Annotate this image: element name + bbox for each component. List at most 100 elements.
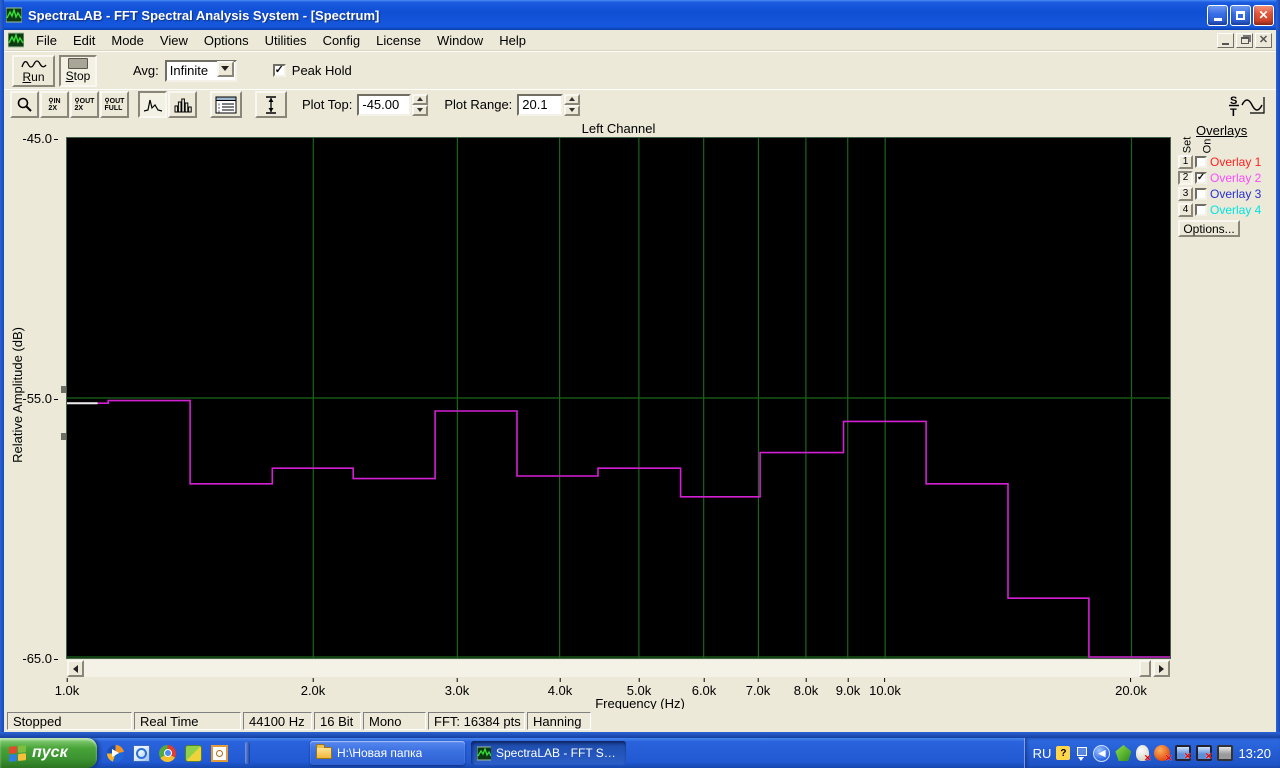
spin-up-button[interactable] [412, 93, 429, 105]
zoom-out-2x-button[interactable]: ⚲OUT 2X [70, 91, 99, 118]
menu-item-license[interactable]: License [368, 31, 429, 50]
plot-range-input[interactable]: 20.1 [517, 93, 564, 116]
spin-down-button[interactable] [412, 104, 429, 116]
plot-top-input[interactable]: -45.00 [357, 93, 412, 116]
chrome-icon[interactable] [159, 744, 176, 762]
status-cell: Mono [363, 711, 426, 730]
overlay-options-button[interactable]: Options... [1178, 220, 1240, 237]
overlay-set-button-2[interactable]: 2 [1178, 171, 1193, 185]
menu-item-mode[interactable]: Mode [103, 31, 152, 50]
maximize-button[interactable] [1230, 4, 1251, 26]
spectrum-curve-icon [143, 99, 162, 112]
network-offline-icon[interactable] [1175, 745, 1192, 762]
menu-bar: File Edit Mode View Options Utilities Config Li… [4, 30, 1276, 51]
peak-hold-checkbox[interactable]: ✓ [272, 64, 286, 77]
hide-icons-chevron[interactable]: ◀ [1093, 744, 1111, 762]
network-offline-2-icon[interactable] [1196, 745, 1213, 762]
bar-chart-icon [174, 98, 192, 112]
details-view-button[interactable]: xxx [210, 91, 242, 118]
mdi-close-icon: ✕ [1258, 33, 1269, 46]
overlay-checkbox-1[interactable] [1195, 156, 1207, 168]
update-icon[interactable] [185, 744, 202, 762]
taskbar-task[interactable]: SpectraLAB - FFT Spe… [471, 741, 626, 765]
security-alert-icon[interactable] [1154, 745, 1172, 764]
start-button[interactable]: пуск [0, 738, 97, 768]
minimize-button[interactable] [1207, 4, 1228, 26]
zoom-out-full-icon: ⚲OUT FULL [104, 97, 125, 112]
spin-down-button[interactable] [564, 104, 581, 116]
spin-up-button[interactable] [564, 93, 581, 105]
document-icon[interactable] [7, 32, 25, 48]
mdi-close-button[interactable]: ✕ [1255, 32, 1272, 48]
mdi-restore-button[interactable] [1236, 32, 1253, 48]
run-button[interactable]: Run [12, 54, 55, 87]
x-tick-label: 9.0k [836, 678, 861, 698]
overlay-checkbox-4[interactable] [1195, 204, 1207, 216]
spectralab-icon [477, 746, 491, 760]
menu-item-utilities[interactable]: Utilities [257, 31, 315, 50]
avg-select[interactable]: Infinite [164, 59, 237, 82]
menu-item-options[interactable]: Options [196, 31, 257, 50]
menu-item-view[interactable]: View [152, 31, 196, 50]
overlay-set-button-3[interactable]: 3 [1178, 187, 1193, 201]
overlay-checkbox-2[interactable]: ✓ [1195, 172, 1207, 184]
messenger-offline-icon[interactable] [1136, 745, 1151, 764]
close-button[interactable]: ✕ [1253, 4, 1274, 26]
task-label: H:\Новая папка [337, 746, 423, 760]
scheduler-icon[interactable] [211, 744, 228, 762]
menu-item-config[interactable]: Config [315, 31, 369, 50]
maximize-icon [1236, 10, 1245, 20]
overlay-checkbox-3[interactable] [1195, 188, 1207, 200]
zoom-button[interactable] [10, 91, 39, 118]
overlay-set-button-1[interactable]: 1 [1178, 155, 1193, 169]
plot-scrollbar [67, 660, 1170, 677]
y-tick-label: -55.0 [0, 391, 58, 406]
mdi-minimize-button[interactable] [1217, 32, 1234, 48]
zoom-out-full-button[interactable]: ⚲OUT FULL [100, 91, 129, 118]
scroll-right-button[interactable] [1153, 660, 1170, 677]
minimize-icon [1213, 17, 1222, 21]
window-title: SpectraLAB - FFT Spectral Analysis Syste… [28, 7, 380, 23]
scrollbar-thumb[interactable] [1139, 660, 1151, 677]
menu-item-edit[interactable]: Edit [65, 31, 103, 50]
media-player-icon[interactable] [107, 744, 124, 762]
svg-text:x: x [218, 108, 220, 113]
y-tick-label: -65.0 [0, 651, 58, 666]
bar-plot-view-button[interactable] [168, 91, 197, 118]
clock[interactable]: 13:20 [1238, 746, 1271, 761]
status-cell: 16 Bit [314, 711, 361, 730]
status-cell: Stopped [7, 711, 132, 730]
menu-item-help[interactable]: Help [491, 31, 534, 50]
menu-item-file[interactable]: File [28, 31, 65, 50]
overlay-set-button-4[interactable]: 4 [1178, 203, 1193, 217]
spectrum-plot[interactable] [66, 137, 1171, 659]
browser-icon[interactable] [133, 744, 150, 762]
display-icon[interactable] [1217, 745, 1234, 761]
zoom-in-2x-button[interactable]: ⚲IN 2X [40, 91, 69, 118]
language-indicator[interactable]: RU [1033, 746, 1052, 761]
line-plot-view-button[interactable] [138, 91, 167, 118]
stop-button[interactable]: Stop [59, 54, 97, 87]
avg-dropdown-button[interactable] [216, 60, 234, 77]
y-tick-label: -45.0 [0, 131, 58, 146]
app-icon[interactable] [5, 7, 23, 23]
magnifier-icon [17, 97, 32, 112]
window-layout-icon[interactable] [1075, 746, 1088, 761]
scrollbar-track[interactable] [84, 660, 1153, 677]
overlay-label-2: Overlay 2 [1210, 171, 1262, 185]
on-column-label: On [1201, 138, 1214, 154]
scroll-left-button[interactable] [67, 660, 84, 677]
chevron-down-icon [221, 66, 230, 71]
agent-icon[interactable] [1115, 745, 1132, 761]
window-border-right [1276, 0, 1280, 738]
menu-item-window[interactable]: Window [429, 31, 491, 50]
start-label: пуск [32, 744, 68, 761]
taskbar-task[interactable]: H:\Новая папка [310, 741, 465, 765]
vertical-scale-button[interactable] [255, 91, 287, 118]
x-tick-label: 8.0k [794, 678, 819, 698]
overlay-row-3: 3 Overlay 3 [1178, 186, 1261, 202]
signal-generator-icon[interactable]: ST [1228, 93, 1266, 122]
help-icon[interactable]: ? [1056, 746, 1071, 760]
overlay-row-2: 2 ✓ Overlay 2 [1178, 170, 1261, 186]
x-axis-ticks: 1.0k 2.0k 3.0k 4.0k 5.0k 6.0k 7.0k 8.0k 9.0k 10.0… [55, 678, 1170, 698]
